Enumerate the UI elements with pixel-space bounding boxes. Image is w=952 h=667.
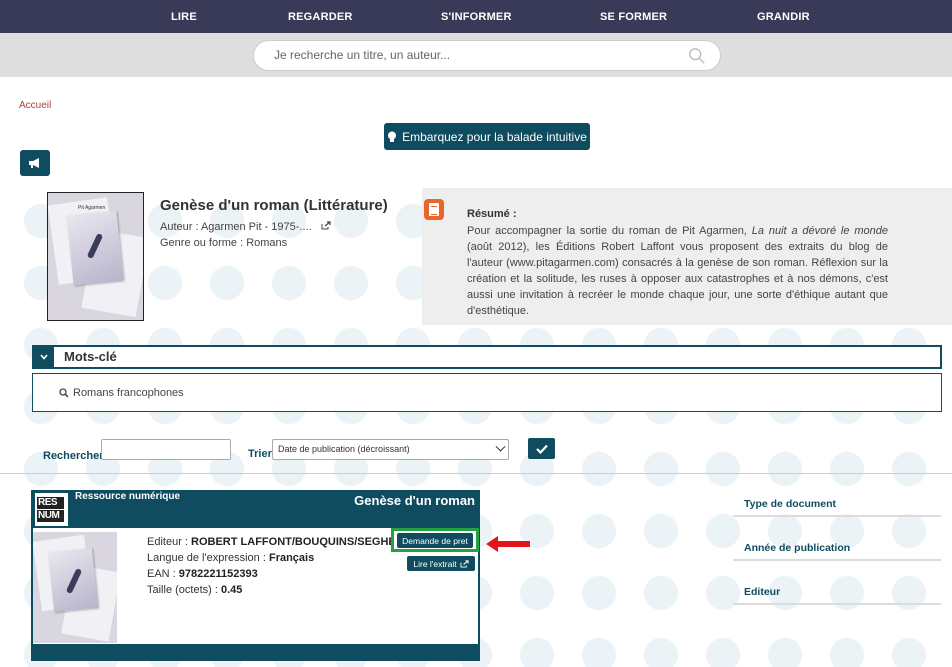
megaphone-button[interactable] <box>20 150 50 176</box>
balade-intuitive-button[interactable]: Embarquez pour la balade intuitive <box>384 123 590 150</box>
chevron-down-icon <box>40 354 48 360</box>
nav-item-regarder[interactable]: REGARDER <box>288 11 353 23</box>
editor-value: ROBERT LAFFONT/BOUQUINS/SEGHERS <box>191 536 412 548</box>
result-type: Ressource numérique <box>75 491 181 502</box>
loan-request-button[interactable]: Demande de pret <box>397 533 473 548</box>
loan-request-highlight: Demande de pret <box>391 528 479 552</box>
filter-bar: Rechercher Trier Date de publication (dé… <box>0 432 952 474</box>
red-arrow-icon <box>486 536 530 552</box>
keywords-toggle[interactable] <box>34 347 54 367</box>
nav-item-grandir[interactable]: GRANDIR <box>757 11 810 23</box>
megaphone-icon <box>29 158 39 168</box>
facet-publication-year[interactable]: Année de publication <box>733 534 941 561</box>
search-band <box>0 33 952 77</box>
search-icon[interactable] <box>688 47 706 65</box>
keywords-content: Romans francophones <box>32 373 942 412</box>
record-header: Genèse d'un roman (Littérature) Auteur :… <box>160 197 420 251</box>
top-navigation: LIRE REGARDER S'INFORMER SE FORMER GRAND… <box>0 0 952 33</box>
nav-item-lire[interactable]: LIRE <box>171 11 197 23</box>
read-excerpt-button[interactable]: Lire l'extrait <box>407 556 475 571</box>
language-value: Français <box>268 552 315 564</box>
facet-editor[interactable]: Editeur <box>733 578 941 605</box>
search-input[interactable] <box>274 48 674 62</box>
balade-button-label: Embarquez pour la balade intuitive <box>402 129 587 144</box>
search-filter-label: Rechercher <box>43 450 104 462</box>
summary-label: Résumé : <box>467 208 517 220</box>
resnum-badge: RES NUM <box>35 493 71 526</box>
keywords-title: Mots-clé <box>64 349 117 364</box>
record-genre: Genre ou forme : Romans <box>160 237 288 249</box>
cover-author-text: Pit Agarmen <box>78 205 106 211</box>
result-card: RES NUM Ressource numérique Genèse d'un … <box>31 490 480 661</box>
breadcrumb-home[interactable]: Accueil <box>19 100 51 111</box>
keywords-header[interactable]: Mots-clé <box>32 345 942 369</box>
summary-panel: Résumé : Pour accompagner la sortie du r… <box>422 188 952 325</box>
checkmark-icon <box>535 444 548 454</box>
external-link-icon[interactable] <box>321 221 331 230</box>
result-cover-image <box>33 532 117 643</box>
lightbulb-icon <box>388 131 397 142</box>
ean-value: 9782221152393 <box>178 568 258 580</box>
search-box <box>253 40 721 71</box>
result-title[interactable]: Genèse d'un roman <box>354 493 475 508</box>
apply-filter-button[interactable] <box>528 438 555 459</box>
chevron-down-icon <box>495 441 506 452</box>
search-icon <box>59 388 69 398</box>
nav-item-sinformer[interactable]: S'INFORMER <box>441 11 512 23</box>
facet-document-type[interactable]: Type de document <box>733 490 941 517</box>
record-author[interactable]: Auteur : Agarmen Pit - 1975-.... <box>160 219 420 235</box>
result-body: Editeur : ROBERT LAFFONT/BOUQUINS/SEGHER… <box>33 528 479 644</box>
document-icon <box>424 199 444 220</box>
keyword-label: Romans francophones <box>73 387 184 399</box>
record-title: Genèse d'un roman (Littérature) <box>160 197 388 214</box>
sort-select[interactable]: Date de publication (décroissant) <box>272 439 509 460</box>
search-filter-input[interactable] <box>101 439 231 460</box>
summary-text: Pour accompagner la sortie du roman de P… <box>467 225 888 317</box>
size-value: 0.45 <box>220 584 243 596</box>
result-details: Editeur : ROBERT LAFFONT/BOUQUINS/SEGHER… <box>147 536 412 596</box>
keyword-link[interactable]: Romans francophones <box>59 387 184 399</box>
nav-item-se-former[interactable]: SE FORMER <box>600 11 667 23</box>
book-cover-image: Pit Agarmen <box>47 192 144 321</box>
external-link-icon <box>460 559 469 568</box>
sort-label: Trier <box>248 448 272 460</box>
